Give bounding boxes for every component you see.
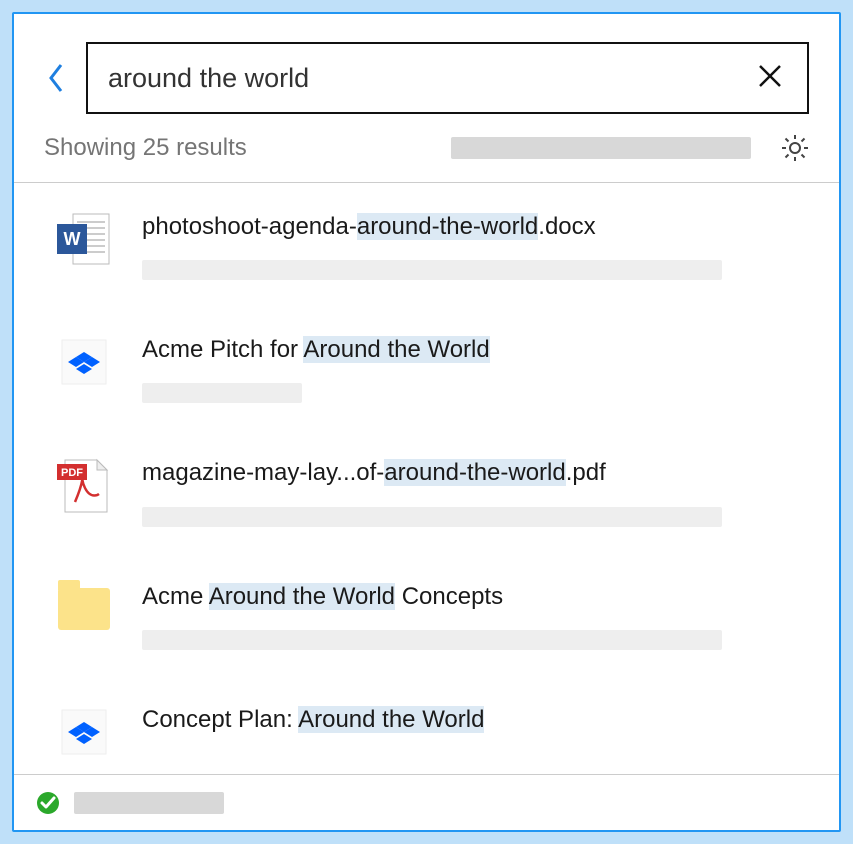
gear-icon (781, 134, 809, 162)
chevron-left-icon (47, 61, 65, 95)
redacted-placeholder (142, 383, 302, 403)
search-panel: Showing 25 results (12, 12, 841, 832)
result-title: Acme Around the World Concepts (142, 581, 819, 612)
result-title: photoshoot-agenda-around-the-world.docx (142, 211, 819, 242)
close-icon (757, 63, 783, 89)
pdf-file-icon: PDF (54, 455, 114, 515)
footer-bar (14, 774, 839, 830)
svg-text:PDF: PDF (61, 467, 83, 479)
result-body: photoshoot-agenda-around-the-world.docx (142, 209, 819, 280)
redacted-placeholder (451, 137, 751, 159)
result-item[interactable]: W photoshoot-agenda-around-the-world.doc… (44, 183, 819, 306)
back-button[interactable] (44, 58, 68, 98)
result-body: Concept Plan: Around the World (142, 702, 819, 735)
settings-button[interactable] (781, 134, 809, 162)
redacted-placeholder (142, 630, 722, 650)
header: Showing 25 results (14, 14, 839, 176)
redacted-placeholder (142, 260, 722, 280)
dropbox-file-icon (54, 332, 114, 392)
result-title: Acme Pitch for Around the World (142, 334, 819, 365)
result-title: Concept Plan: Around the World (142, 704, 819, 735)
status-row: Showing 25 results (44, 134, 809, 162)
word-file-icon: W (54, 209, 114, 269)
result-body: magazine-may-lay...of-around-the-world.p… (142, 455, 819, 526)
result-item[interactable]: Acme Pitch for Around the World (44, 306, 819, 429)
results-list[interactable]: W photoshoot-agenda-around-the-world.doc… (14, 183, 839, 774)
top-row (44, 42, 809, 114)
results-count-label: Showing 25 results (44, 134, 247, 162)
result-body: Acme Around the World Concepts (142, 579, 819, 650)
redacted-placeholder (142, 507, 722, 527)
result-body: Acme Pitch for Around the World (142, 332, 819, 403)
folder-file-icon (54, 579, 114, 639)
search-field-wrapper[interactable] (86, 42, 809, 114)
redacted-placeholder (74, 792, 224, 814)
dropbox-file-icon (54, 702, 114, 762)
result-item[interactable]: PDF magazine-may-lay...of-around-the-wor… (44, 429, 819, 552)
clear-search-button[interactable] (757, 63, 787, 93)
svg-text:W: W (64, 229, 81, 249)
search-input[interactable] (108, 63, 757, 94)
synced-check-icon (36, 791, 60, 815)
result-item[interactable]: Acme Around the World Concepts (44, 553, 819, 676)
result-title: magazine-may-lay...of-around-the-world.p… (142, 457, 819, 488)
result-item[interactable]: Concept Plan: Around the World (44, 676, 819, 774)
